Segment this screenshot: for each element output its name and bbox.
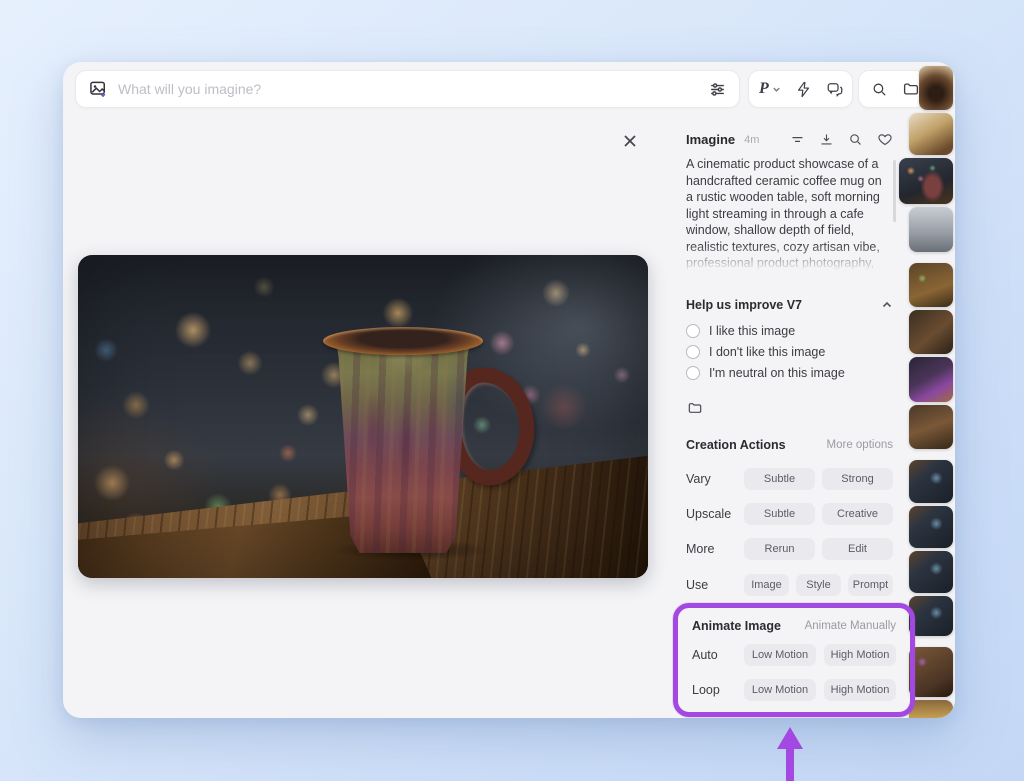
close-icon[interactable] bbox=[619, 130, 641, 152]
feedback-option-dislike[interactable]: I don't like this image bbox=[686, 345, 825, 359]
row-label: Upscale bbox=[686, 507, 744, 521]
row-label: Use bbox=[686, 578, 744, 592]
radio-label: I don't like this image bbox=[709, 345, 825, 359]
arrow-tail bbox=[786, 747, 794, 781]
thumbnail[interactable] bbox=[909, 310, 953, 354]
image-title: Imagine bbox=[686, 132, 735, 147]
filter-lines-icon[interactable] bbox=[790, 132, 805, 147]
animate-loop-row: Loop Low Motion High Motion bbox=[692, 679, 896, 701]
download-icon[interactable] bbox=[819, 132, 834, 147]
generated-image[interactable] bbox=[78, 255, 648, 578]
thumbnail[interactable] bbox=[909, 596, 953, 636]
radio-icon[interactable] bbox=[686, 345, 700, 359]
thumbnail[interactable] bbox=[909, 263, 953, 307]
feedback-title: Help us improve V7 bbox=[686, 298, 802, 312]
vary-strong-button[interactable]: Strong bbox=[822, 468, 893, 490]
image-header: Imagine 4m bbox=[686, 132, 893, 147]
animate-manually-link[interactable]: Animate Manually bbox=[805, 620, 896, 632]
thumbnail[interactable] bbox=[909, 405, 953, 449]
thumbnail[interactable] bbox=[909, 700, 953, 718]
upscale-subtle-button[interactable]: Subtle bbox=[744, 503, 815, 525]
use-image-button[interactable]: Image bbox=[744, 574, 789, 596]
chevron-up-icon[interactable] bbox=[881, 299, 893, 311]
page-background: P bbox=[0, 0, 1024, 781]
thumbnail[interactable] bbox=[909, 207, 953, 252]
feedback-option-neutral[interactable]: I'm neutral on this image bbox=[686, 366, 845, 380]
feedback-option-like[interactable]: I like this image bbox=[686, 324, 795, 338]
search-image-icon[interactable] bbox=[848, 132, 863, 147]
prompt-bar[interactable] bbox=[75, 70, 740, 108]
thumbnail[interactable] bbox=[909, 647, 953, 697]
radio-icon[interactable] bbox=[686, 366, 700, 380]
thumbnail[interactable] bbox=[909, 113, 953, 155]
detail-panel: Imagine 4m A cinemat bbox=[683, 62, 928, 718]
vary-row: Vary Subtle Strong bbox=[686, 468, 893, 490]
radio-label: I like this image bbox=[709, 324, 795, 338]
image-add-icon[interactable] bbox=[88, 79, 108, 99]
prompt-scrollbar[interactable] bbox=[893, 160, 896, 222]
auto-high-motion-button[interactable]: High Motion bbox=[824, 644, 896, 666]
auto-low-motion-button[interactable]: Low Motion bbox=[744, 644, 816, 666]
thumbnail[interactable] bbox=[909, 551, 953, 593]
row-label: More bbox=[686, 542, 744, 556]
like-heart-icon[interactable] bbox=[877, 132, 893, 147]
animate-header: Animate Image Animate Manually bbox=[692, 619, 896, 633]
upscale-creative-button[interactable]: Creative bbox=[822, 503, 893, 525]
vignette bbox=[78, 255, 648, 578]
thumbnail-selected[interactable] bbox=[899, 158, 953, 204]
highlight-box: Animate Image Animate Manually Auto Low … bbox=[673, 603, 915, 717]
use-row: Use Image Style Prompt bbox=[686, 574, 893, 596]
folder-organize-icon[interactable] bbox=[686, 400, 893, 416]
radio-icon[interactable] bbox=[686, 324, 700, 338]
arrow-head bbox=[777, 727, 803, 749]
animate-title: Animate Image bbox=[692, 619, 781, 633]
vary-subtle-button[interactable]: Subtle bbox=[744, 468, 815, 490]
edit-button[interactable]: Edit bbox=[822, 538, 893, 560]
row-label: Auto bbox=[692, 648, 744, 662]
radio-label: I'm neutral on this image bbox=[709, 366, 845, 380]
use-prompt-button[interactable]: Prompt bbox=[848, 574, 893, 596]
loop-high-motion-button[interactable]: High Motion bbox=[824, 679, 896, 701]
animate-auto-row: Auto Low Motion High Motion bbox=[692, 644, 896, 666]
thumbnail[interactable] bbox=[909, 506, 953, 548]
use-style-button[interactable]: Style bbox=[796, 574, 841, 596]
creation-actions-title: Creation Actions bbox=[686, 438, 786, 452]
more-options-link[interactable]: More options bbox=[827, 439, 893, 451]
thumbnail[interactable] bbox=[919, 66, 953, 110]
upscale-row: Upscale Subtle Creative bbox=[686, 503, 893, 525]
app-window: P bbox=[63, 62, 955, 718]
row-label: Loop bbox=[692, 683, 744, 697]
more-row: More Rerun Edit bbox=[686, 538, 893, 560]
feedback-section-header: Help us improve V7 bbox=[686, 298, 893, 312]
rerun-button[interactable]: Rerun bbox=[744, 538, 815, 560]
thumbnail[interactable] bbox=[909, 460, 953, 503]
prompt-fade bbox=[686, 244, 888, 274]
prompt-input[interactable] bbox=[118, 81, 698, 97]
image-timestamp: 4m bbox=[744, 134, 759, 146]
creation-actions-header: Creation Actions More options bbox=[686, 438, 893, 452]
loop-low-motion-button[interactable]: Low Motion bbox=[744, 679, 816, 701]
row-label: Vary bbox=[686, 472, 744, 486]
thumbnail[interactable] bbox=[909, 357, 953, 402]
